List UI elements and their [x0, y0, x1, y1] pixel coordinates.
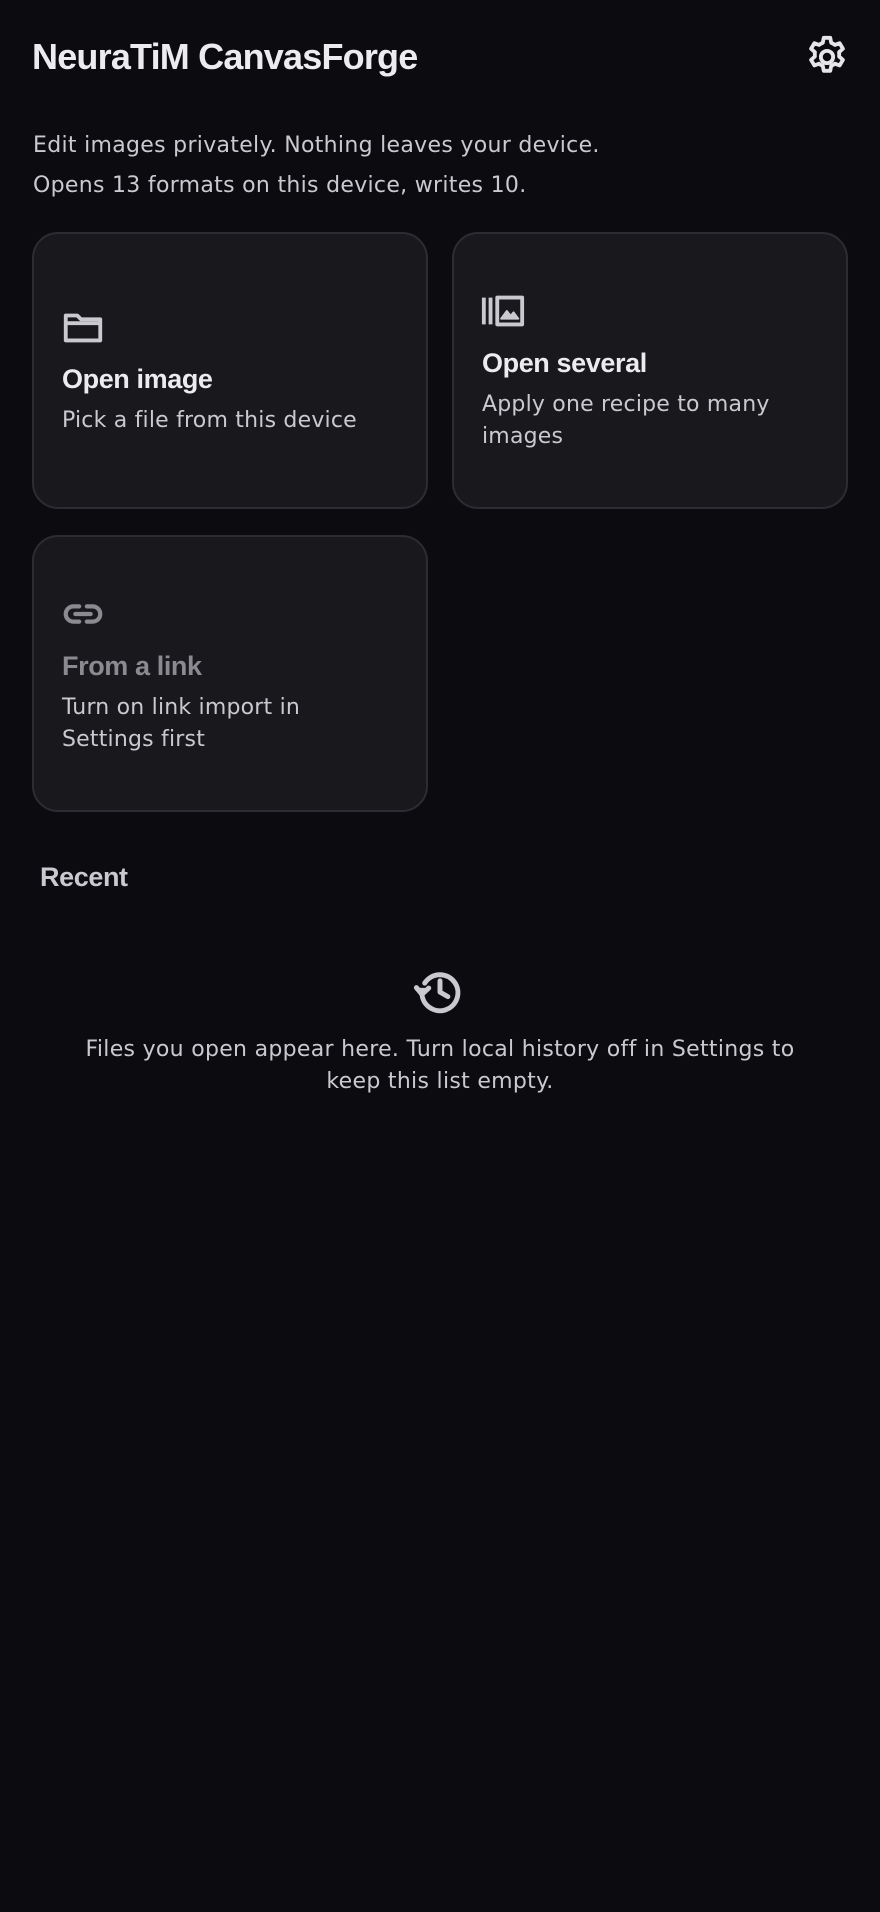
from-link-card[interactable]: From a link Turn on link import in Setti… — [32, 535, 428, 812]
recent-heading: Recent — [40, 862, 128, 892]
privacy-note: Edit images privately. Nothing leaves yo… — [33, 133, 600, 158]
app-header: NeuraTiM CanvasForge — [32, 28, 848, 86]
card-title: Open several — [482, 348, 647, 378]
open-several-card[interactable]: Open several Apply one recipe to many im… — [452, 232, 848, 509]
recent-empty-state: Files you open appear here. Turn local h… — [60, 964, 820, 1098]
empty-state-message: Files you open appear here. Turn local h… — [85, 1037, 795, 1094]
image-stack-icon — [480, 288, 526, 334]
settings-button[interactable] — [798, 28, 856, 86]
folder-icon — [60, 304, 106, 350]
card-subtitle: Turn on link import in Settings first — [62, 695, 301, 752]
action-cards: Open image Pick a file from this device … — [32, 232, 848, 812]
card-title: From a link — [62, 651, 202, 681]
format-support-note: Opens 13 formats on this device, writes … — [33, 173, 527, 198]
gear-icon — [809, 35, 845, 73]
link-icon — [60, 591, 106, 637]
card-subtitle: Pick a file from this device — [62, 408, 357, 433]
intro-text: Edit images privately. Nothing leaves yo… — [33, 126, 848, 206]
app-title: NeuraTiM CanvasForge — [32, 36, 418, 77]
open-image-card[interactable]: Open image Pick a file from this device — [32, 232, 428, 509]
card-subtitle: Apply one recipe to many images — [482, 392, 770, 449]
history-icon — [413, 972, 461, 1014]
card-title: Open image — [62, 364, 213, 394]
